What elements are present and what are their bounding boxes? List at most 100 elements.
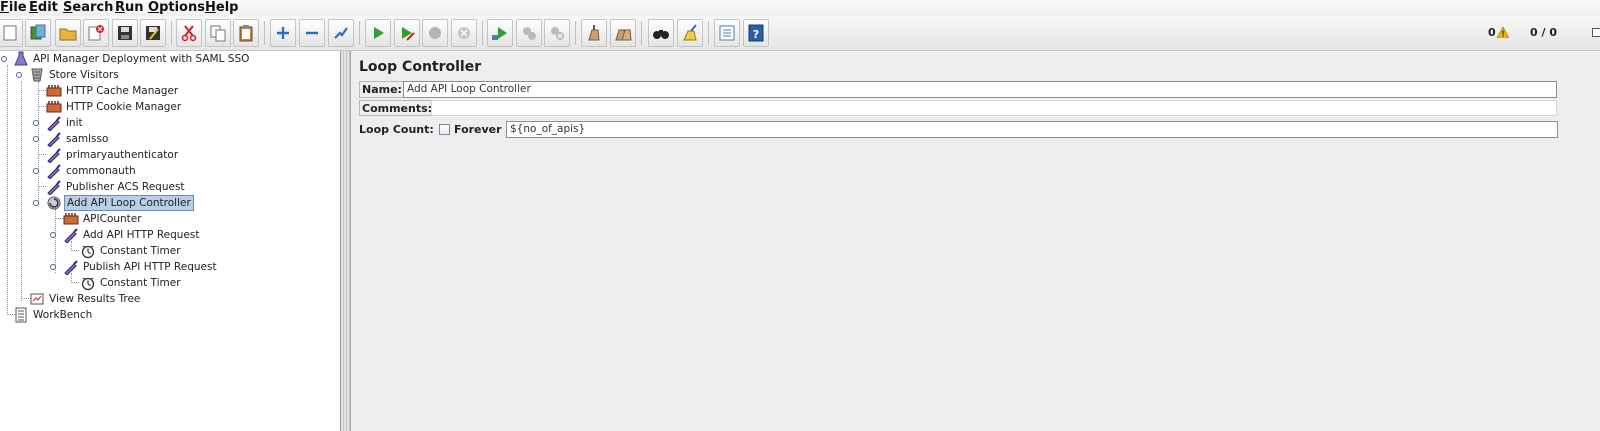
- remote-stop-icon: [523, 27, 536, 40]
- tree-node-label: primaryauthenticator: [66, 149, 179, 161]
- expand-icon: [277, 27, 289, 39]
- tree-node-label: View Results Tree: [49, 293, 141, 305]
- close-button[interactable]: [83, 19, 109, 47]
- menu-run[interactable]: Run: [115, 0, 144, 16]
- copy-button[interactable]: [205, 19, 231, 47]
- config-element-icon: [46, 101, 62, 113]
- tree-toggle[interactable]: [50, 264, 56, 270]
- cut-button[interactable]: [176, 19, 202, 47]
- tree-toggle[interactable]: [16, 72, 22, 78]
- tree-node-label: Publish API HTTP Request: [83, 261, 217, 273]
- forever-checkbox[interactable]: [439, 124, 450, 135]
- clear-button[interactable]: [581, 19, 607, 47]
- config-element-icon: [46, 85, 62, 97]
- tree-node-label: HTTP Cookie Manager: [66, 101, 182, 113]
- comments-field[interactable]: [431, 100, 1557, 116]
- tree-node-label: Publisher ACS Request: [66, 181, 185, 193]
- expand-all-button[interactable]: [270, 19, 296, 47]
- thread-count: 0 / 0: [1530, 26, 1557, 39]
- split-pane-divider[interactable]: [341, 51, 351, 431]
- start-button[interactable]: [365, 19, 391, 47]
- start-no-pause-icon: [402, 27, 415, 41]
- shutdown-button[interactable]: [451, 19, 477, 47]
- stop-button[interactable]: [422, 19, 448, 47]
- tree-line: [38, 81, 39, 207]
- remote-stop-all-button[interactable]: [516, 19, 542, 47]
- menu-bar: File Edit Search Run Options Help: [0, 0, 1600, 16]
- tree-toggle[interactable]: [33, 200, 39, 206]
- svg-text:?: ?: [753, 28, 759, 41]
- tree-toggle[interactable]: [1, 56, 7, 62]
- remote-start-all-button[interactable]: [487, 19, 513, 47]
- collapse-all-button[interactable]: [299, 19, 325, 47]
- tree-toggle[interactable]: [33, 168, 39, 174]
- function-helper-button[interactable]: [714, 19, 740, 47]
- templates-icon: [30, 24, 46, 40]
- tree-line: [38, 186, 46, 187]
- function-helper-icon: [719, 25, 735, 41]
- tree-node-label: HTTP Cache Manager: [66, 85, 179, 97]
- clear-all-button[interactable]: [610, 19, 636, 47]
- tree-line: [55, 218, 63, 219]
- reset-search-button[interactable]: [677, 19, 703, 47]
- shutdown-icon: [458, 27, 470, 39]
- tree-line: [38, 90, 46, 91]
- save-button[interactable]: [112, 19, 138, 47]
- toolbar-separator: [641, 21, 642, 45]
- toggle-button[interactable]: [328, 19, 354, 47]
- paste-button[interactable]: [233, 19, 259, 47]
- menu-options[interactable]: Options: [148, 0, 205, 16]
- save-icon: [118, 26, 132, 40]
- paste-icon: [239, 25, 253, 42]
- sampler-icon: [64, 260, 78, 275]
- stop-icon: [429, 27, 441, 39]
- sampler-icon: [47, 148, 61, 163]
- sampler-icon: [64, 228, 78, 243]
- search-button[interactable]: [648, 19, 674, 47]
- tree-node-label: APICounter: [83, 213, 142, 225]
- tree-line: [71, 250, 79, 251]
- loop-count-label: Loop Count:: [359, 123, 434, 136]
- name-field[interactable]: Add API Loop Controller: [403, 81, 1557, 98]
- loop-controller-panel: Loop Controller Name: Add API Loop Contr…: [351, 51, 1600, 431]
- new-button[interactable]: [0, 19, 23, 47]
- menu-edit[interactable]: Edit: [29, 0, 58, 16]
- menu-search[interactable]: Search: [63, 0, 113, 16]
- tree-toggle[interactable]: [33, 136, 39, 142]
- tree-toggle[interactable]: [33, 120, 39, 126]
- remote-shutdown-all-button[interactable]: [544, 19, 570, 47]
- sampler-icon: [47, 132, 61, 147]
- start-no-pauses-button[interactable]: [394, 19, 420, 47]
- tree-line: [38, 154, 46, 155]
- toolbar: ? 0 0 / 0: [0, 16, 1600, 51]
- tree-node-label: Add API HTTP Request: [83, 229, 200, 241]
- error-count: 0: [1488, 26, 1496, 39]
- toolbar-separator: [708, 21, 709, 45]
- comments-label: Comments:: [362, 102, 433, 115]
- workbench-icon: [15, 307, 27, 323]
- toolbar-separator: [482, 21, 483, 45]
- tree-toggle[interactable]: [50, 232, 56, 238]
- open-icon: [59, 28, 77, 41]
- status-indicator: [1592, 28, 1600, 37]
- open-button[interactable]: [55, 19, 81, 47]
- tree-node-label: Constant Timer: [100, 277, 181, 289]
- menu-help[interactable]: Help: [205, 0, 238, 16]
- tree-node-label: Constant Timer: [100, 245, 181, 257]
- toggle-icon: [334, 27, 348, 39]
- tree-line: [38, 106, 46, 107]
- search-icon: [653, 30, 669, 39]
- name-label: Name:: [362, 83, 402, 96]
- thread-group-icon: [31, 68, 43, 82]
- menu-file[interactable]: File: [0, 0, 27, 16]
- loop-count-field[interactable]: ${no_of_apis}: [506, 121, 1558, 138]
- tree-node-label: init: [66, 117, 83, 129]
- toolbar-separator: [171, 21, 172, 45]
- warning-icon[interactable]: [1497, 27, 1509, 38]
- templates-button[interactable]: [25, 19, 51, 47]
- save-as-button[interactable]: [140, 19, 166, 47]
- tree-node-label: WorkBench: [33, 309, 93, 321]
- reset-search-icon: [683, 24, 697, 41]
- forever-label[interactable]: Forever: [454, 123, 502, 136]
- help-button[interactable]: ?: [743, 19, 769, 47]
